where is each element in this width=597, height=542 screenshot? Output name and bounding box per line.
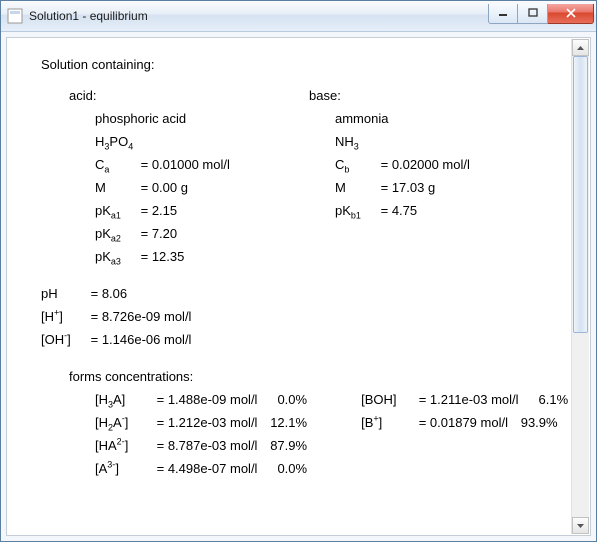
forms-base-row: [BOH] = 1.211e-03 mol/l 6.1% bbox=[307, 393, 568, 409]
base-M: M = 17.03 g bbox=[281, 181, 521, 197]
base-name: ammonia bbox=[281, 112, 521, 128]
scroll-thumb[interactable] bbox=[573, 56, 588, 333]
acid-pKa3: pKa3 = 12.35 bbox=[41, 250, 281, 266]
app-window: Solution1 - equilibrium Solution contain… bbox=[0, 0, 597, 542]
result-OH: [OH-] = 1.146e-06 mol/l bbox=[41, 333, 562, 349]
acid-Ca: Ca = 0.01000 mol/l bbox=[41, 158, 281, 174]
scroll-up-button[interactable] bbox=[572, 39, 589, 56]
base-pKb1: pKb1 = 4.75 bbox=[281, 204, 521, 220]
acid-formula: H3PO4 bbox=[41, 135, 281, 151]
document-content: Solution containing: acid: phosphoric ac… bbox=[7, 38, 572, 535]
titlebar[interactable]: Solution1 - equilibrium bbox=[1, 1, 596, 32]
heading: Solution containing: bbox=[41, 58, 562, 74]
result-H: [H+] = 8.726e-09 mol/l bbox=[41, 310, 562, 326]
acid-pKa2: pKa2 = 7.20 bbox=[41, 227, 281, 243]
scroll-down-button[interactable] bbox=[572, 517, 589, 534]
scroll-track[interactable] bbox=[572, 56, 589, 517]
window-controls bbox=[488, 4, 594, 24]
maximize-button[interactable] bbox=[518, 4, 548, 24]
forms-acid-row: [H3A] = 1.488e-09 mol/l 0.0% bbox=[41, 393, 307, 409]
acid-label: acid: bbox=[41, 89, 281, 105]
forms-heading: forms concentrations: bbox=[41, 370, 562, 386]
acid-M: M = 0.00 g bbox=[41, 181, 281, 197]
forms-acid-row: [HA2-] = 8.787e-03 mol/l 87.9% bbox=[41, 439, 307, 455]
app-icon bbox=[7, 8, 23, 24]
result-pH: pH = 8.06 bbox=[41, 287, 562, 303]
acid-name: phosphoric acid bbox=[41, 112, 281, 128]
base-formula: NH3 bbox=[281, 135, 521, 151]
vertical-scrollbar[interactable] bbox=[571, 39, 589, 534]
window-title: Solution1 - equilibrium bbox=[29, 9, 488, 23]
base-label: base: bbox=[281, 89, 521, 105]
close-button[interactable] bbox=[548, 4, 594, 24]
client-area: Solution containing: acid: phosphoric ac… bbox=[6, 37, 591, 536]
minimize-button[interactable] bbox=[488, 4, 518, 24]
forms-base-row: [B+] = 0.01879 mol/l 93.9% bbox=[307, 416, 568, 432]
forms-acid-row: [H2A-] = 1.212e-03 mol/l 12.1% bbox=[41, 416, 307, 432]
acid-pKa1: pKa1 = 2.15 bbox=[41, 204, 281, 220]
base-Cb: Cb = 0.02000 mol/l bbox=[281, 158, 521, 174]
forms-acid-row: [A3-] = 4.498e-07 mol/l 0.0% bbox=[41, 462, 307, 478]
